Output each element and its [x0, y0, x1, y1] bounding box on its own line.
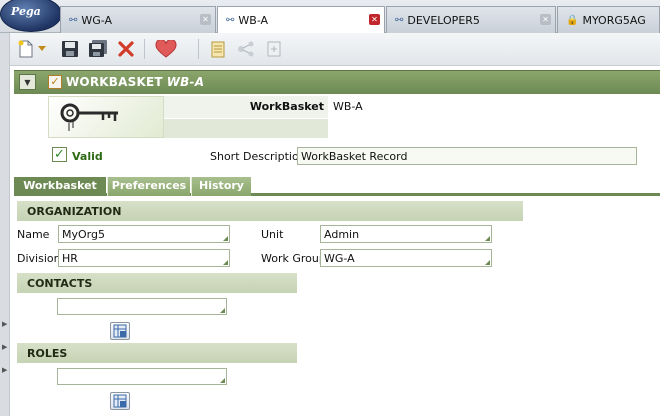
document-tab-bar: Pega ⚯ WG-A ✕ ⚯ WB-A ✕ ⚯ DEVELOPER5 ✕ 🔒 …	[0, 0, 660, 34]
add-row-icon	[113, 394, 127, 408]
tab-developer5[interactable]: ⚯ DEVELOPER5 ✕	[386, 6, 556, 33]
dropdown-arrow-icon[interactable]	[36, 39, 48, 59]
short-description-field[interactable]: WorkBasket Record	[297, 147, 637, 165]
workgroup-icon: ⚯	[69, 14, 78, 26]
toolbar-separator	[144, 39, 145, 59]
record-tab-strip: Workbasket Preferences History	[14, 176, 660, 196]
work-group-label: Work Group	[261, 252, 326, 265]
record-title: WORKBASKET WB-A	[66, 75, 205, 89]
work-group-field[interactable]: WG-A	[320, 249, 492, 267]
organization-section-header: ORGANIZATION	[17, 201, 523, 221]
new-icon[interactable]	[16, 39, 36, 59]
contacts-field[interactable]	[57, 298, 227, 315]
operator-icon: ⚯	[395, 14, 404, 26]
key-icon	[60, 103, 118, 131]
workbasket-label: WorkBasket	[164, 96, 328, 118]
access-group-icon: 🔒	[566, 14, 579, 26]
record-toolbar	[10, 33, 660, 66]
label-cell-empty	[164, 119, 328, 138]
name-label: Name	[17, 228, 50, 241]
tab-label: WG-A	[81, 13, 113, 27]
expand-arrow-icon[interactable]: ▶	[2, 320, 7, 328]
tree-icon[interactable]	[236, 39, 256, 59]
close-tab-icon[interactable]: ✕	[369, 14, 380, 25]
tab-workbasket[interactable]: Workbasket	[14, 177, 106, 196]
unit-field[interactable]: Admin	[320, 225, 492, 243]
save-as-icon[interactable]	[88, 39, 108, 59]
workbasket-icon: ⚯	[226, 15, 235, 26]
unit-label: Unit	[261, 228, 284, 241]
expand-arrow-icon[interactable]: ▶	[2, 343, 7, 351]
tab-label: MYORG5AG	[582, 13, 646, 27]
division-label: Division	[17, 252, 61, 265]
pega-logo[interactable]: Pega	[0, 0, 62, 32]
contacts-section-header: CONTACTS	[17, 273, 297, 293]
delete-icon[interactable]	[116, 39, 136, 59]
add-role-button[interactable]	[110, 392, 130, 410]
left-panel-strip[interactable]: ▶ ▶ ▶	[0, 0, 10, 416]
close-tab-icon[interactable]: ✕	[200, 14, 211, 25]
tab-preferences[interactable]: Preferences	[107, 177, 190, 196]
tab-label: WB-A	[238, 14, 269, 27]
tab-myorg5ag[interactable]: 🔒 MYORG5AG	[557, 6, 660, 33]
workbasket-key-image	[48, 96, 164, 138]
workbasket-value: WB-A	[333, 100, 363, 113]
roles-section-header: ROLES	[17, 343, 297, 363]
tab-wg-a[interactable]: ⚯ WG-A ✕	[60, 6, 216, 33]
valid-checkbox[interactable]: ✓	[52, 147, 67, 162]
tab-wb-a[interactable]: ⚯ WB-A ✕	[217, 6, 385, 34]
copy-icon[interactable]	[264, 39, 284, 59]
favorite-icon[interactable]	[154, 39, 178, 59]
checked-out-icon: ✓	[48, 75, 62, 89]
add-contact-button[interactable]	[110, 322, 130, 340]
tab-history[interactable]: History	[191, 177, 251, 196]
collapse-toggle-icon[interactable]: ▼	[19, 74, 36, 90]
short-description-label: Short Description	[210, 150, 306, 163]
save-icon[interactable]	[60, 39, 80, 59]
record-header: ▼ ✓ WORKBASKET WB-A	[14, 70, 660, 94]
tab-label: DEVELOPER5	[407, 13, 480, 27]
clipboard-icon[interactable]	[208, 39, 228, 59]
name-field[interactable]: MyOrg5	[58, 225, 230, 243]
close-tab-icon[interactable]: ✕	[540, 14, 551, 25]
roles-field[interactable]	[57, 368, 227, 385]
toolbar-separator	[198, 39, 199, 59]
add-row-icon	[113, 324, 127, 338]
valid-label: Valid	[72, 150, 103, 163]
expand-arrow-icon[interactable]: ▶	[2, 366, 7, 374]
division-field[interactable]: HR	[58, 249, 230, 267]
